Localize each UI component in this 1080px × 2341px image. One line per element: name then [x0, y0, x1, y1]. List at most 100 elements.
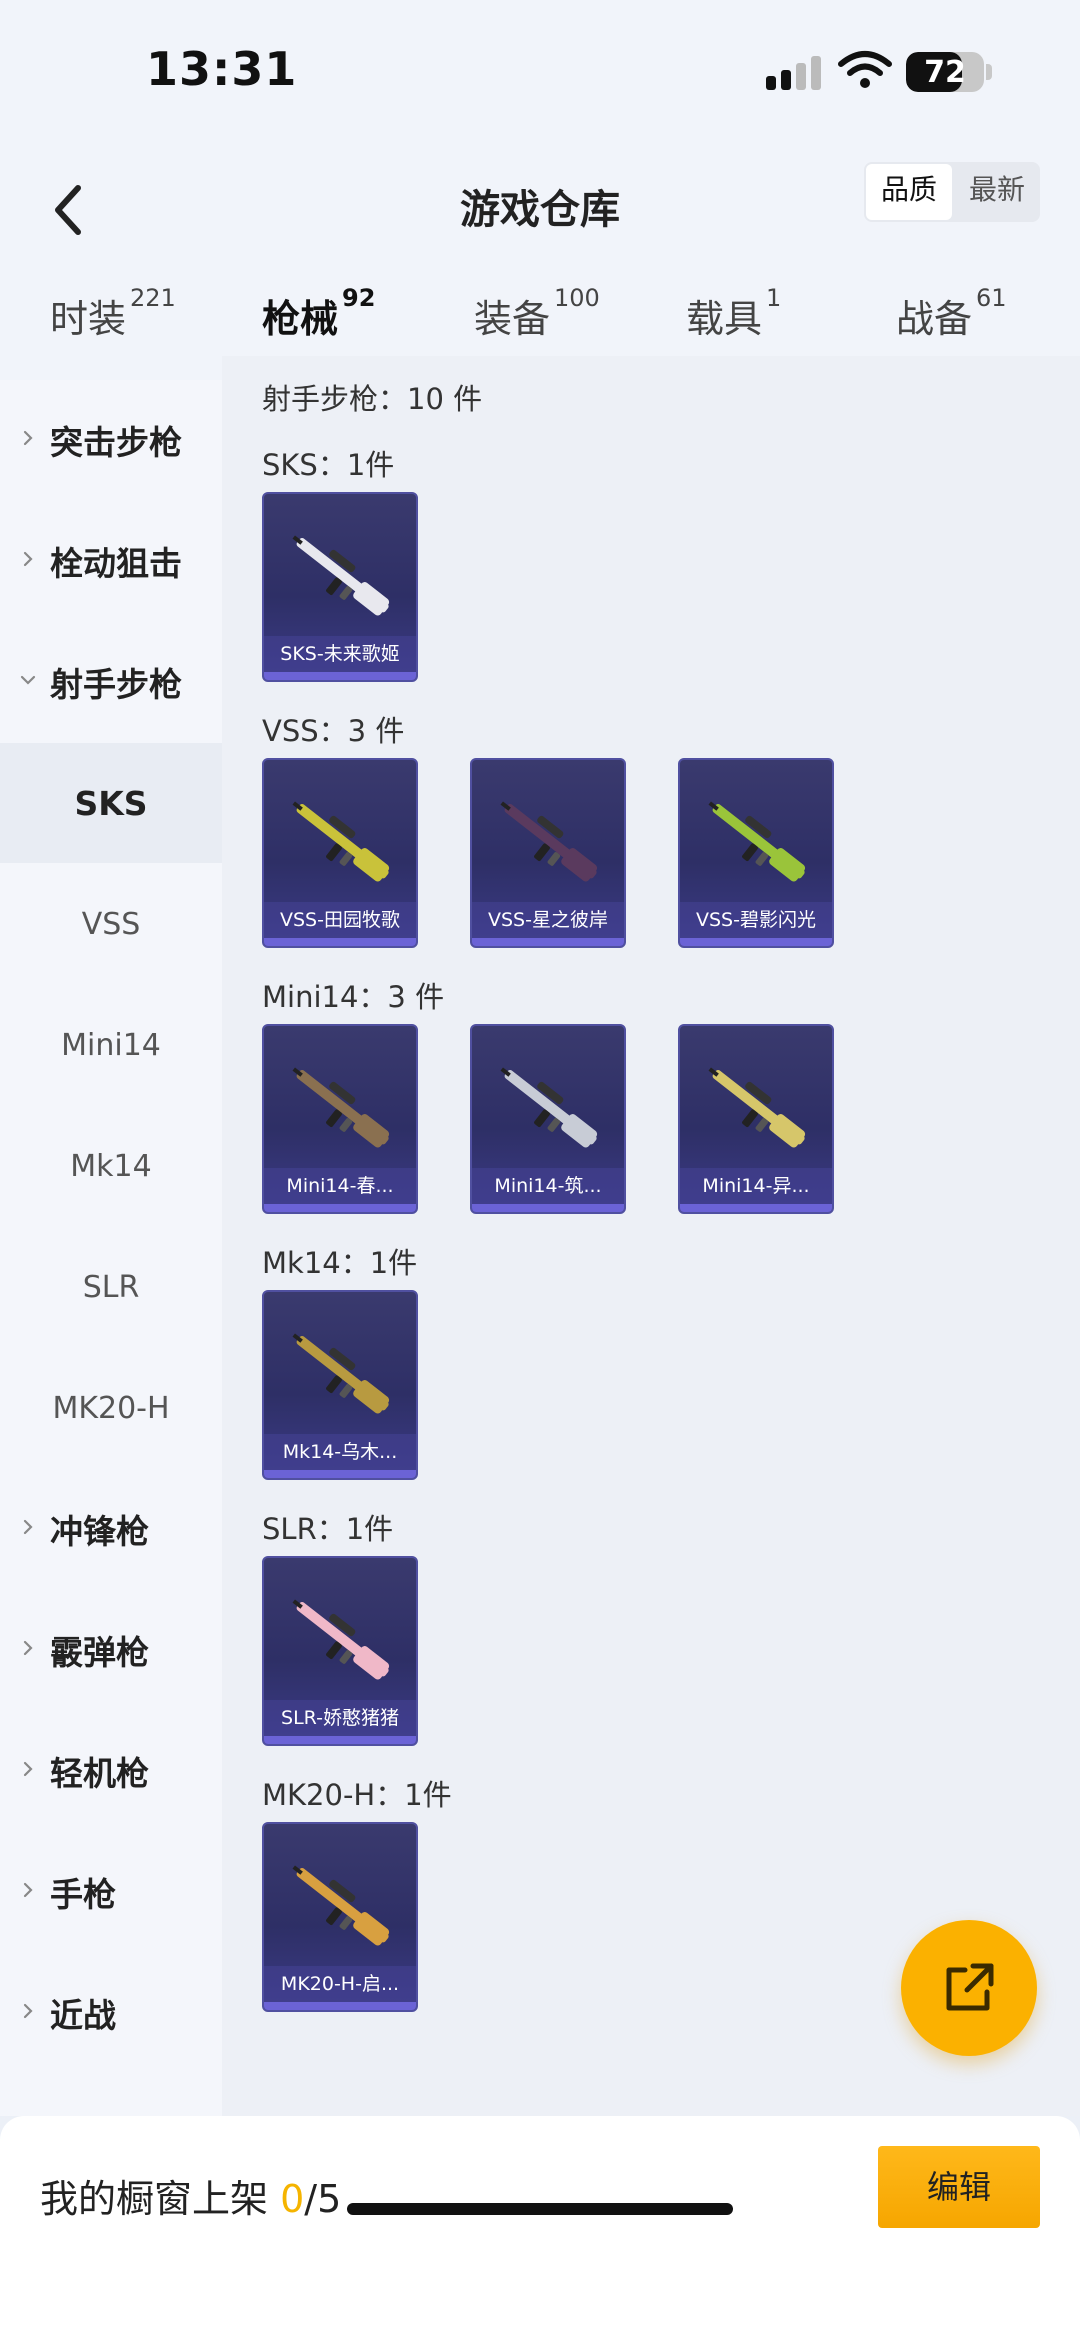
rarity-stripe	[680, 1204, 832, 1212]
tab-label: 时装	[50, 297, 127, 341]
rarity-stripe	[264, 938, 416, 946]
weapon-skin-name: Mini14-春...	[264, 1168, 416, 1204]
sidebar-subitem[interactable]: Mk14	[0, 1106, 222, 1226]
share-button[interactable]	[901, 1920, 1037, 2056]
sidebar-category[interactable]: 手枪	[0, 1832, 222, 1952]
wifi-icon	[838, 51, 892, 88]
tab-count: 61	[976, 284, 1007, 312]
sidebar-subitem[interactable]: SKS	[0, 743, 222, 863]
section-title: SLR：1件	[262, 1512, 394, 1546]
rarity-stripe	[472, 938, 624, 946]
weapon-skin-card[interactable]: Mini14-春...	[262, 1024, 418, 1214]
weapon-skin-card[interactable]: Mini14-筑...	[470, 1024, 626, 1214]
weapon-skin-name: VSS-星之彼岸	[472, 902, 624, 938]
weapon-skin-name: SKS-未来歌姬	[264, 636, 416, 672]
sidebar-item-label: 栓动狙击	[50, 544, 182, 583]
section-title: Mk14：1件	[262, 1246, 418, 1280]
showcase-total: /5	[304, 2177, 342, 2221]
showcase-bar: 我的橱窗上架 0/5 编辑	[0, 2116, 1080, 2341]
chevron-right-icon	[23, 1761, 33, 1777]
showcase-label: 我的橱窗上架	[40, 2177, 281, 2221]
sidebar-subitem[interactable]: SLR	[0, 1227, 222, 1347]
sidebar-item-label: 冲锋枪	[50, 1512, 149, 1551]
sidebar-item-label: 突击步枪	[50, 423, 182, 462]
weapon-skin-name: VSS-碧影闪光	[680, 902, 832, 938]
sidebar-item-label: 霰弹枪	[50, 1633, 149, 1672]
tab-count: 221	[130, 284, 176, 312]
weapon-skin-name: MK20-H-启...	[264, 1966, 416, 2002]
section-title: VSS：3 件	[262, 714, 405, 748]
section-title: Mini14：3 件	[262, 980, 445, 1014]
chevron-right-icon	[23, 551, 33, 567]
sidebar-category[interactable]: 近战	[0, 1953, 222, 2073]
tab-label: 载具	[686, 297, 763, 341]
battery-icon: 72	[906, 52, 984, 92]
weapon-skin-card[interactable]: VSS-碧影闪光	[678, 758, 834, 948]
weapon-skin-card[interactable]: SKS-未来歌姬	[262, 492, 418, 682]
home-indicator	[347, 2203, 733, 2215]
cellular-signal-icon	[766, 56, 822, 90]
sidebar-category[interactable]: 冲锋枪	[0, 1469, 222, 1589]
rifle-icon	[292, 1599, 390, 1680]
status-bar: 13:31 72	[0, 0, 1080, 140]
sort-quality-button[interactable]: 品质	[866, 164, 952, 220]
weapon-skin-card[interactable]: Mini14-异...	[678, 1024, 834, 1214]
sidebar-category[interactable]: 霰弹枪	[0, 1590, 222, 1710]
rifle-icon	[708, 801, 806, 882]
weapon-skin-name: VSS-田园牧歌	[264, 902, 416, 938]
sort-newest-button[interactable]: 最新	[954, 162, 1040, 222]
rarity-stripe	[264, 1204, 416, 1212]
rarity-stripe	[264, 1470, 416, 1478]
rifle-icon	[292, 1067, 390, 1148]
edit-button[interactable]: 编辑	[878, 2146, 1040, 2228]
status-time: 13:31	[146, 42, 298, 96]
chevron-right-icon	[23, 430, 33, 446]
sidebar-category[interactable]: 栓动狙击	[0, 501, 222, 621]
sort-toggle: 品质 最新	[864, 162, 1040, 222]
tab-label: 战备	[896, 297, 973, 341]
sidebar-category[interactable]: 轻机枪	[0, 1711, 222, 1831]
rifle-icon	[292, 535, 390, 616]
sidebar-subitem[interactable]: Mini14	[0, 985, 222, 1105]
sidebar-item-label: SLR	[82, 1269, 140, 1305]
chevron-right-icon	[23, 1640, 33, 1656]
tab-label: 枪械	[262, 297, 339, 341]
chevron-down-icon	[20, 675, 36, 685]
battery-tip	[986, 64, 992, 80]
weapon-skin-card[interactable]: SLR-娇憨猪猪	[262, 1556, 418, 1746]
share-icon	[946, 1963, 994, 2011]
tab-count: 1	[766, 284, 782, 312]
sidebar-item-label: 近战	[50, 1996, 116, 2035]
sidebar-subitem[interactable]: MK20-H	[0, 1348, 222, 1468]
section-title: MK20-H：1件	[262, 1778, 452, 1812]
rarity-stripe	[264, 1736, 416, 1744]
weapon-skin-name: SLR-娇憨猪猪	[264, 1700, 416, 1736]
rifle-icon	[708, 1067, 806, 1148]
category-summary: 射手步枪：10 件	[262, 382, 483, 416]
chevron-right-icon	[23, 1882, 33, 1898]
tab-count: 100	[554, 284, 600, 312]
weapon-skin-card[interactable]: Mk14-乌木...	[262, 1290, 418, 1480]
rarity-stripe	[264, 2002, 416, 2010]
weapon-skin-name: Mini14-异...	[680, 1168, 832, 1204]
rarity-stripe	[680, 938, 832, 946]
sidebar-item-label: 手枪	[50, 1875, 116, 1914]
weapon-skin-card[interactable]: MK20-H-启...	[262, 1822, 418, 2012]
sidebar-item-label: MK20-H	[52, 1390, 170, 1426]
chevron-right-icon	[23, 2003, 33, 2019]
header: 游戏仓库 品质 最新 时装 221 枪械 92 装备 100 载具 1 战备 61	[0, 140, 1080, 380]
tab-label: 装备	[474, 297, 551, 341]
weapon-skin-card[interactable]: VSS-田园牧歌	[262, 758, 418, 948]
rifle-icon	[292, 1333, 390, 1414]
rifle-icon	[500, 1067, 598, 1148]
tab-count: 92	[342, 284, 376, 312]
rifle-icon	[292, 1865, 390, 1946]
chevron-right-icon	[23, 1519, 33, 1535]
sidebar-category[interactable]: 射手步枪	[0, 622, 222, 742]
sidebar-category[interactable]: 突击步枪	[0, 380, 222, 500]
weapon-skin-card[interactable]: VSS-星之彼岸	[470, 758, 626, 948]
sidebar-subitem[interactable]: VSS	[0, 864, 222, 984]
sidebar-item-label: 轻机枪	[50, 1754, 149, 1793]
rifle-icon	[500, 801, 598, 882]
weapon-list: 射手步枪：10 件 SKS：1件 SKS-未来歌姬 VSS：3 件 VSS-田园牧歌 V…	[222, 356, 1080, 2116]
